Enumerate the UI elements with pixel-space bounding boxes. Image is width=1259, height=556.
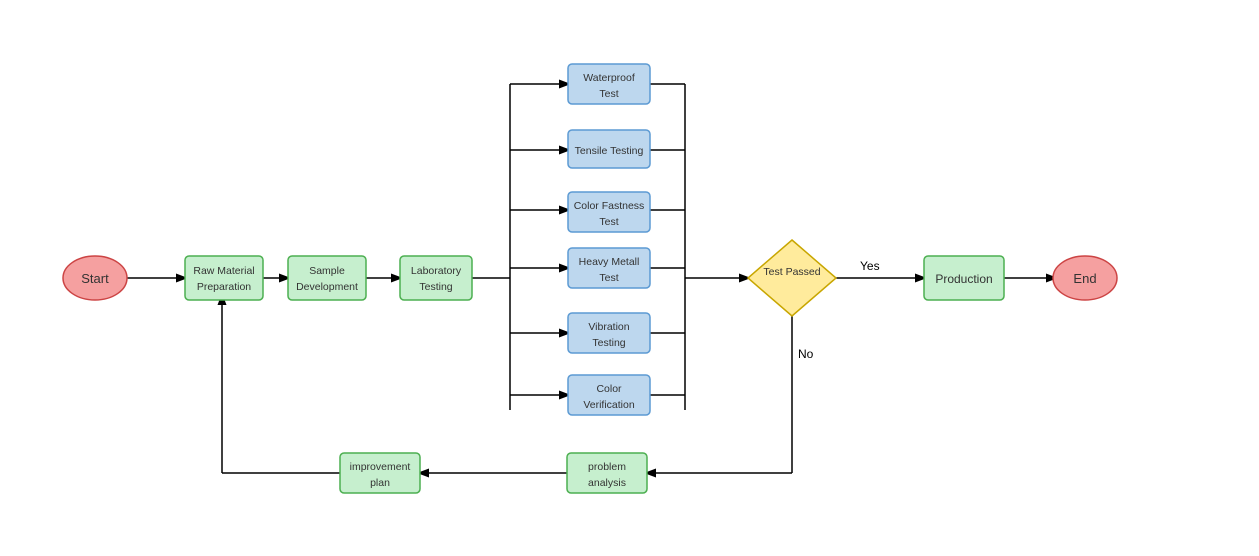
vibration-label-2: Testing xyxy=(592,337,625,349)
color-verify-label-1: Color xyxy=(596,383,622,395)
sample-dev-label-2: Development xyxy=(296,281,358,293)
lab-testing-label-1: Laboratory xyxy=(411,265,462,277)
yes-label: Yes xyxy=(860,259,880,273)
color-verify-label-2: Verification xyxy=(583,399,635,411)
heavy-metal-label-1: Heavy Metall xyxy=(579,256,640,268)
waterproof-label-1: Waterproof xyxy=(583,72,635,84)
lab-testing-label-2: Testing xyxy=(419,281,452,293)
raw-material-node xyxy=(185,256,263,300)
tensile-label: Tensile Testing xyxy=(575,145,644,157)
heavy-metal-label-2: Test xyxy=(599,272,618,284)
vibration-label-1: Vibration xyxy=(588,321,629,333)
improvement-label-1: improvement xyxy=(350,461,411,473)
test-passed-node xyxy=(748,240,836,316)
lab-testing-node xyxy=(400,256,472,300)
problem-analysis-label-1: problem xyxy=(588,461,626,473)
sample-dev-label-1: Sample xyxy=(309,265,345,277)
raw-material-label-2: Preparation xyxy=(197,281,251,293)
production-label: Production xyxy=(935,272,992,286)
end-label: End xyxy=(1073,271,1096,286)
color-fastness-label-1: Color Fastness xyxy=(574,200,645,212)
start-label: Start xyxy=(81,271,109,286)
waterproof-label-2: Test xyxy=(599,88,618,100)
no-label: No xyxy=(798,347,814,361)
test-passed-label-1: Test Passed xyxy=(763,266,820,278)
raw-material-label-1: Raw Material xyxy=(193,265,254,277)
sample-dev-node xyxy=(288,256,366,300)
color-fastness-label-2: Test xyxy=(599,216,618,228)
problem-analysis-label-2: analysis xyxy=(588,477,626,489)
improvement-label-2: plan xyxy=(370,477,390,489)
